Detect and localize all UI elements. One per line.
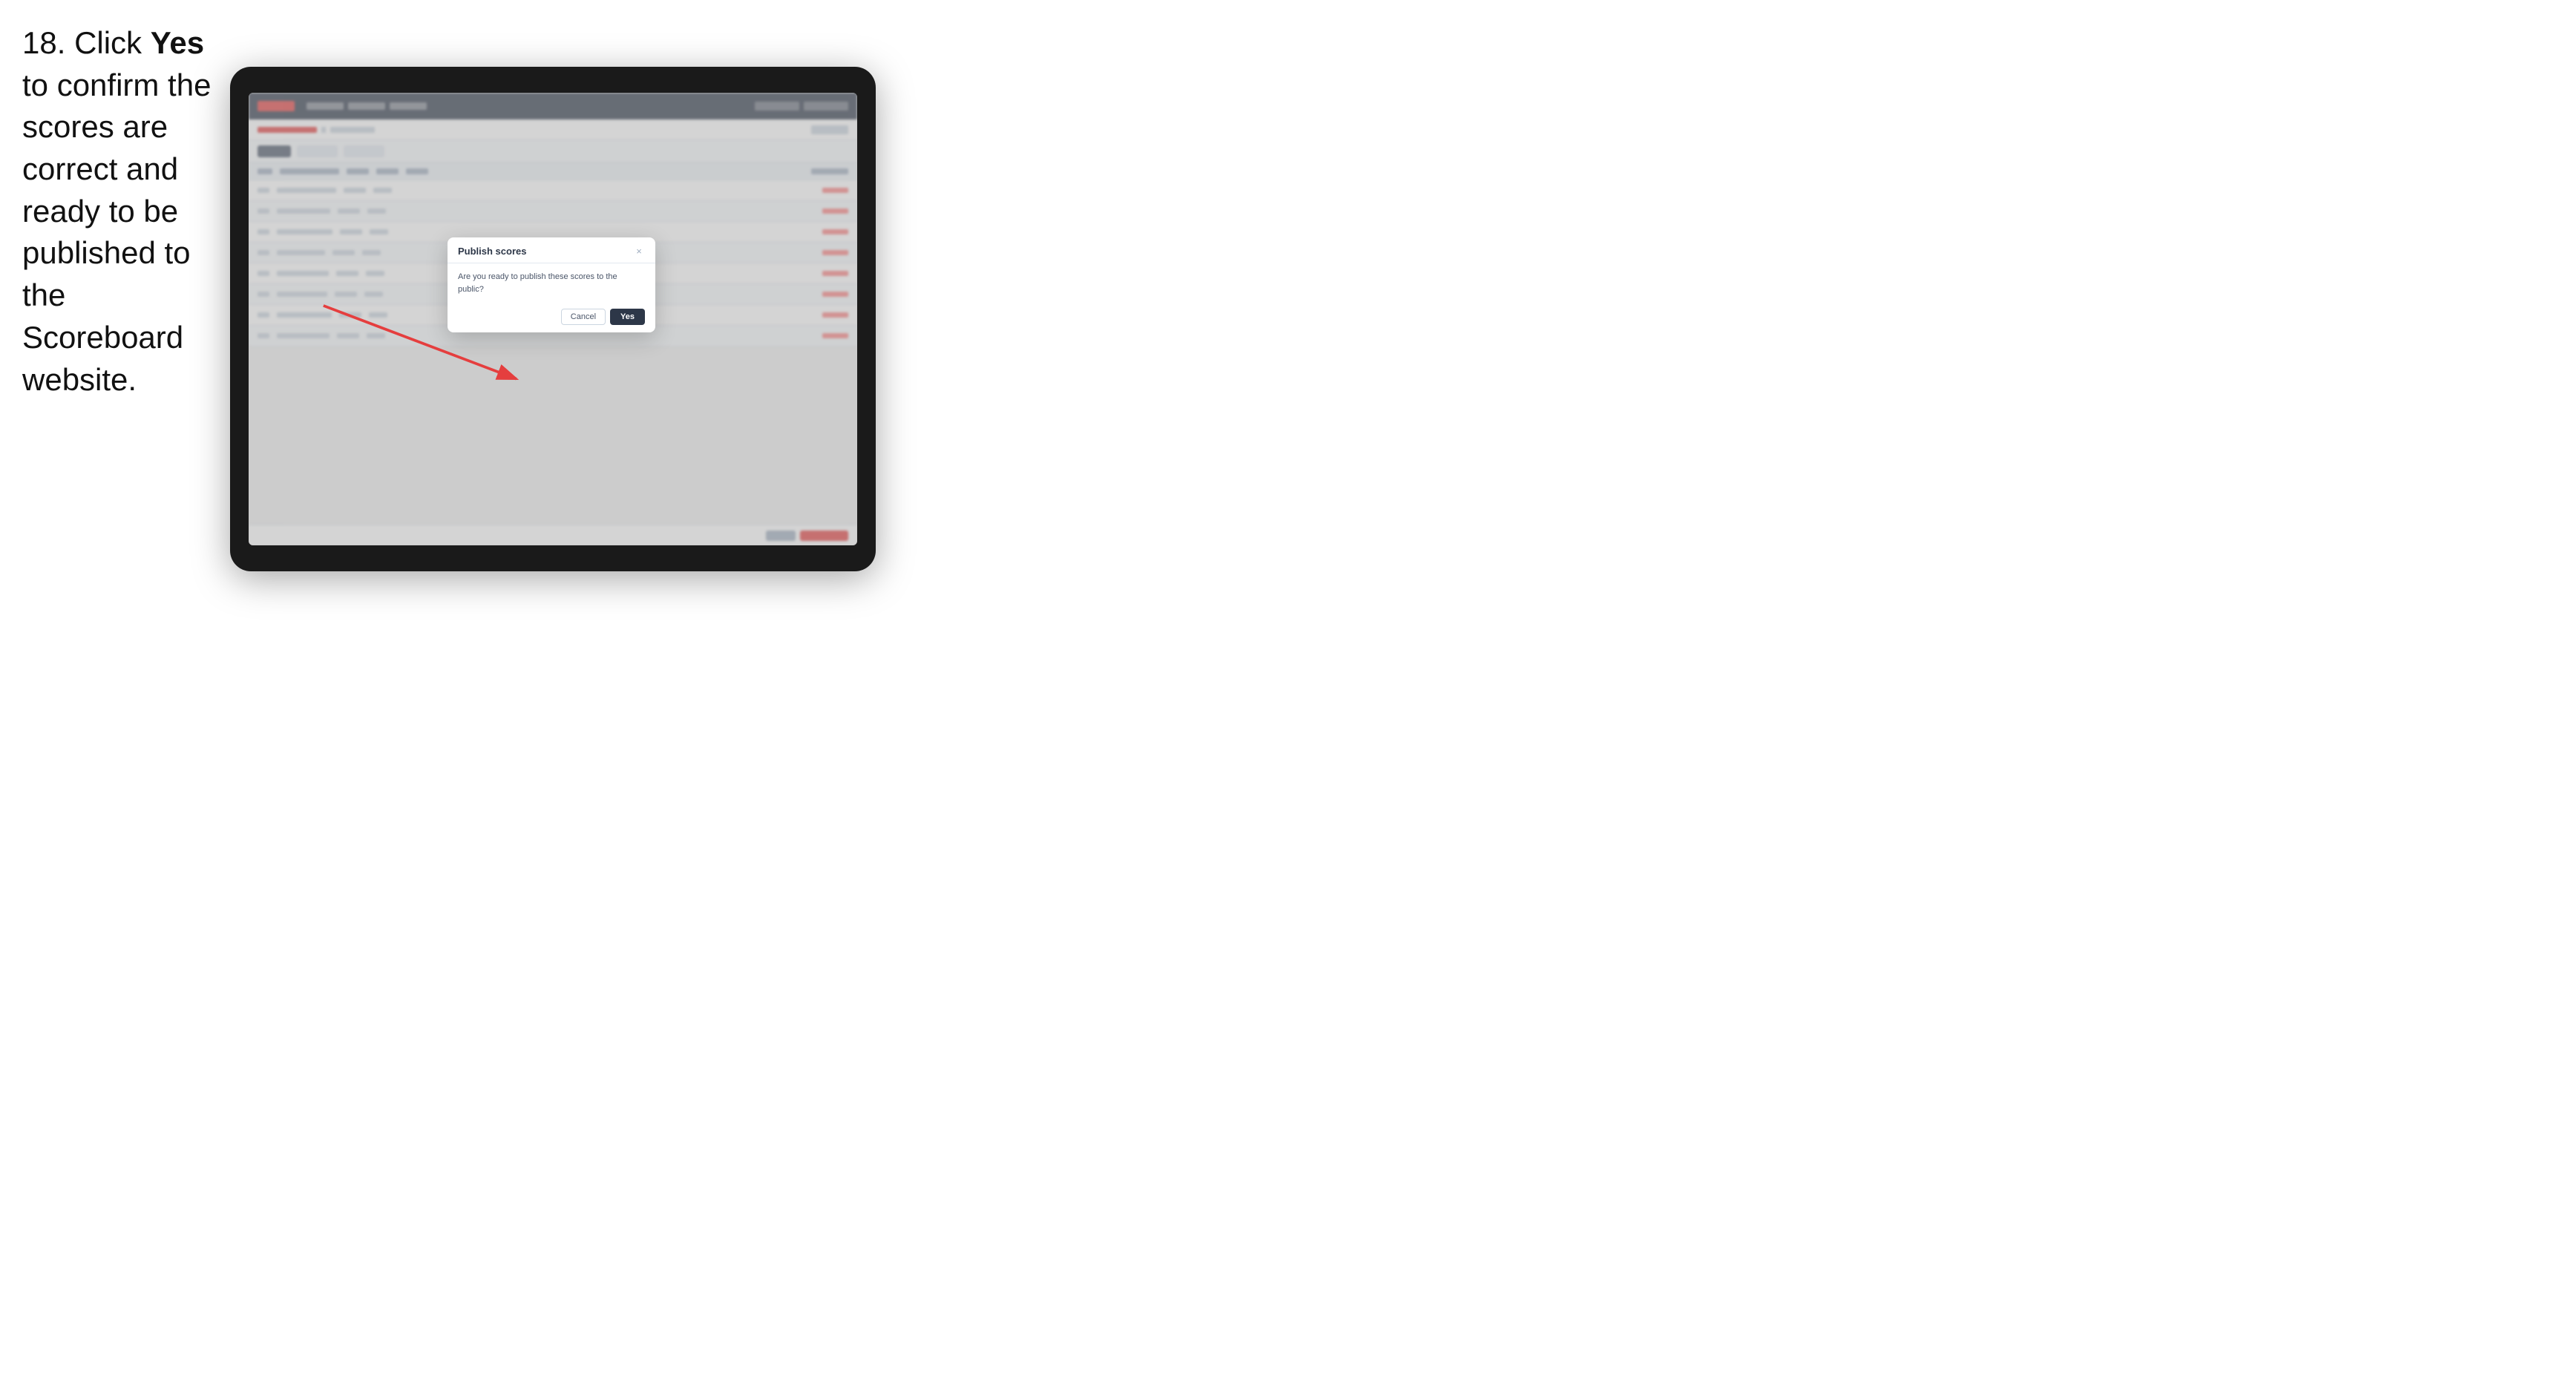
tablet-device: Publish scores × Are you ready to publis… bbox=[230, 67, 876, 571]
step-number: 18. bbox=[22, 25, 65, 60]
instruction-text: 18. Click Yes to confirm the scores are … bbox=[22, 22, 230, 401]
publish-scores-modal: Publish scores × Are you ready to publis… bbox=[448, 237, 655, 332]
instruction-intro: Click bbox=[74, 25, 151, 60]
cancel-button[interactable]: Cancel bbox=[561, 309, 606, 325]
modal-header: Publish scores × bbox=[448, 237, 655, 263]
modal-overlay: Publish scores × Are you ready to publis… bbox=[249, 93, 857, 545]
modal-message: Are you ready to publish these scores to… bbox=[458, 271, 645, 295]
tablet-screen: Publish scores × Are you ready to publis… bbox=[249, 93, 857, 545]
modal-footer: Cancel Yes bbox=[448, 303, 655, 332]
modal-title: Publish scores bbox=[458, 246, 526, 257]
modal-body: Are you ready to publish these scores to… bbox=[448, 263, 655, 303]
yes-emphasis: Yes bbox=[151, 25, 204, 60]
modal-close-button[interactable]: × bbox=[633, 245, 645, 257]
instruction-body: to confirm the scores are correct and re… bbox=[22, 68, 211, 397]
yes-button[interactable]: Yes bbox=[610, 309, 645, 325]
